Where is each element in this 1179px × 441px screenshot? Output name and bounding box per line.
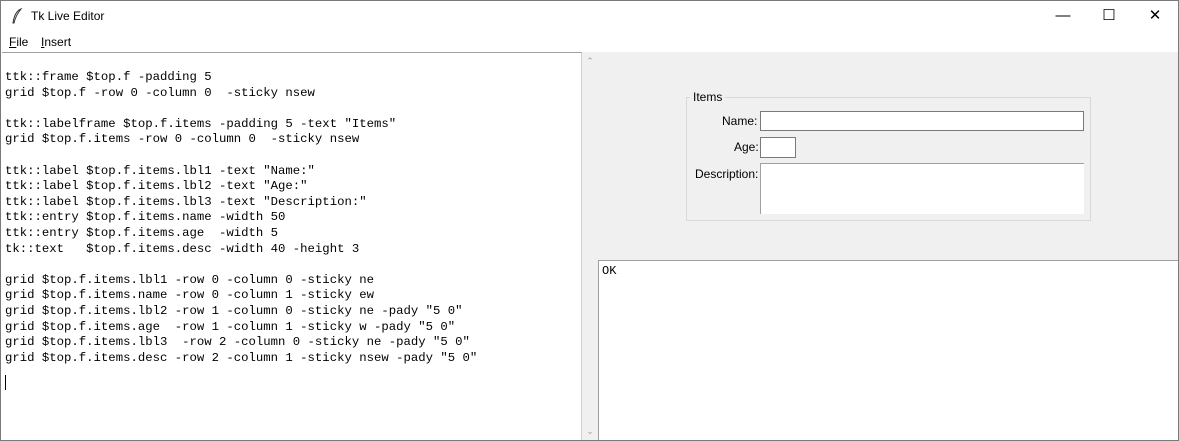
menu-insert-label: nsert	[44, 35, 72, 49]
preview-pane: Items Name: Age: Description:	[598, 52, 1178, 260]
output-console[interactable]: OK	[598, 260, 1178, 440]
minimize-button[interactable]: —	[1040, 1, 1086, 31]
output-text: OK	[602, 264, 617, 278]
age-entry[interactable]	[760, 137, 796, 158]
app-window: Tk Live Editor — ☐ ✕ File Insert ttk::fr…	[0, 0, 1179, 441]
menu-file-label: ile	[16, 35, 29, 49]
description-label: Description:	[695, 167, 759, 181]
scroll-up-icon[interactable]: ⌃	[585, 56, 595, 66]
text-caret	[5, 375, 6, 390]
code-text: ttk::frame $top.f -padding 5 grid $top.f…	[5, 70, 478, 365]
editor-scrollbar[interactable]: ⌃ ⌄	[582, 52, 598, 440]
title-bar: Tk Live Editor — ☐ ✕	[1, 1, 1178, 31]
maximize-button[interactable]: ☐	[1086, 1, 1132, 31]
feather-icon	[12, 8, 23, 24]
menu-bar: File Insert	[1, 32, 1178, 52]
menu-insert[interactable]: Insert	[41, 35, 71, 49]
labelframe-title: Items	[690, 90, 726, 104]
name-label: Name:	[722, 114, 758, 128]
scroll-down-icon[interactable]: ⌄	[585, 426, 595, 436]
age-label: Age:	[734, 140, 759, 154]
description-text[interactable]	[760, 163, 1084, 214]
name-entry[interactable]	[760, 111, 1084, 131]
window-title: Tk Live Editor	[31, 9, 105, 23]
code-editor[interactable]: ttk::frame $top.f -padding 5 grid $top.f…	[2, 52, 582, 440]
close-button[interactable]: ✕	[1132, 1, 1178, 31]
menu-file[interactable]: File	[9, 35, 28, 49]
